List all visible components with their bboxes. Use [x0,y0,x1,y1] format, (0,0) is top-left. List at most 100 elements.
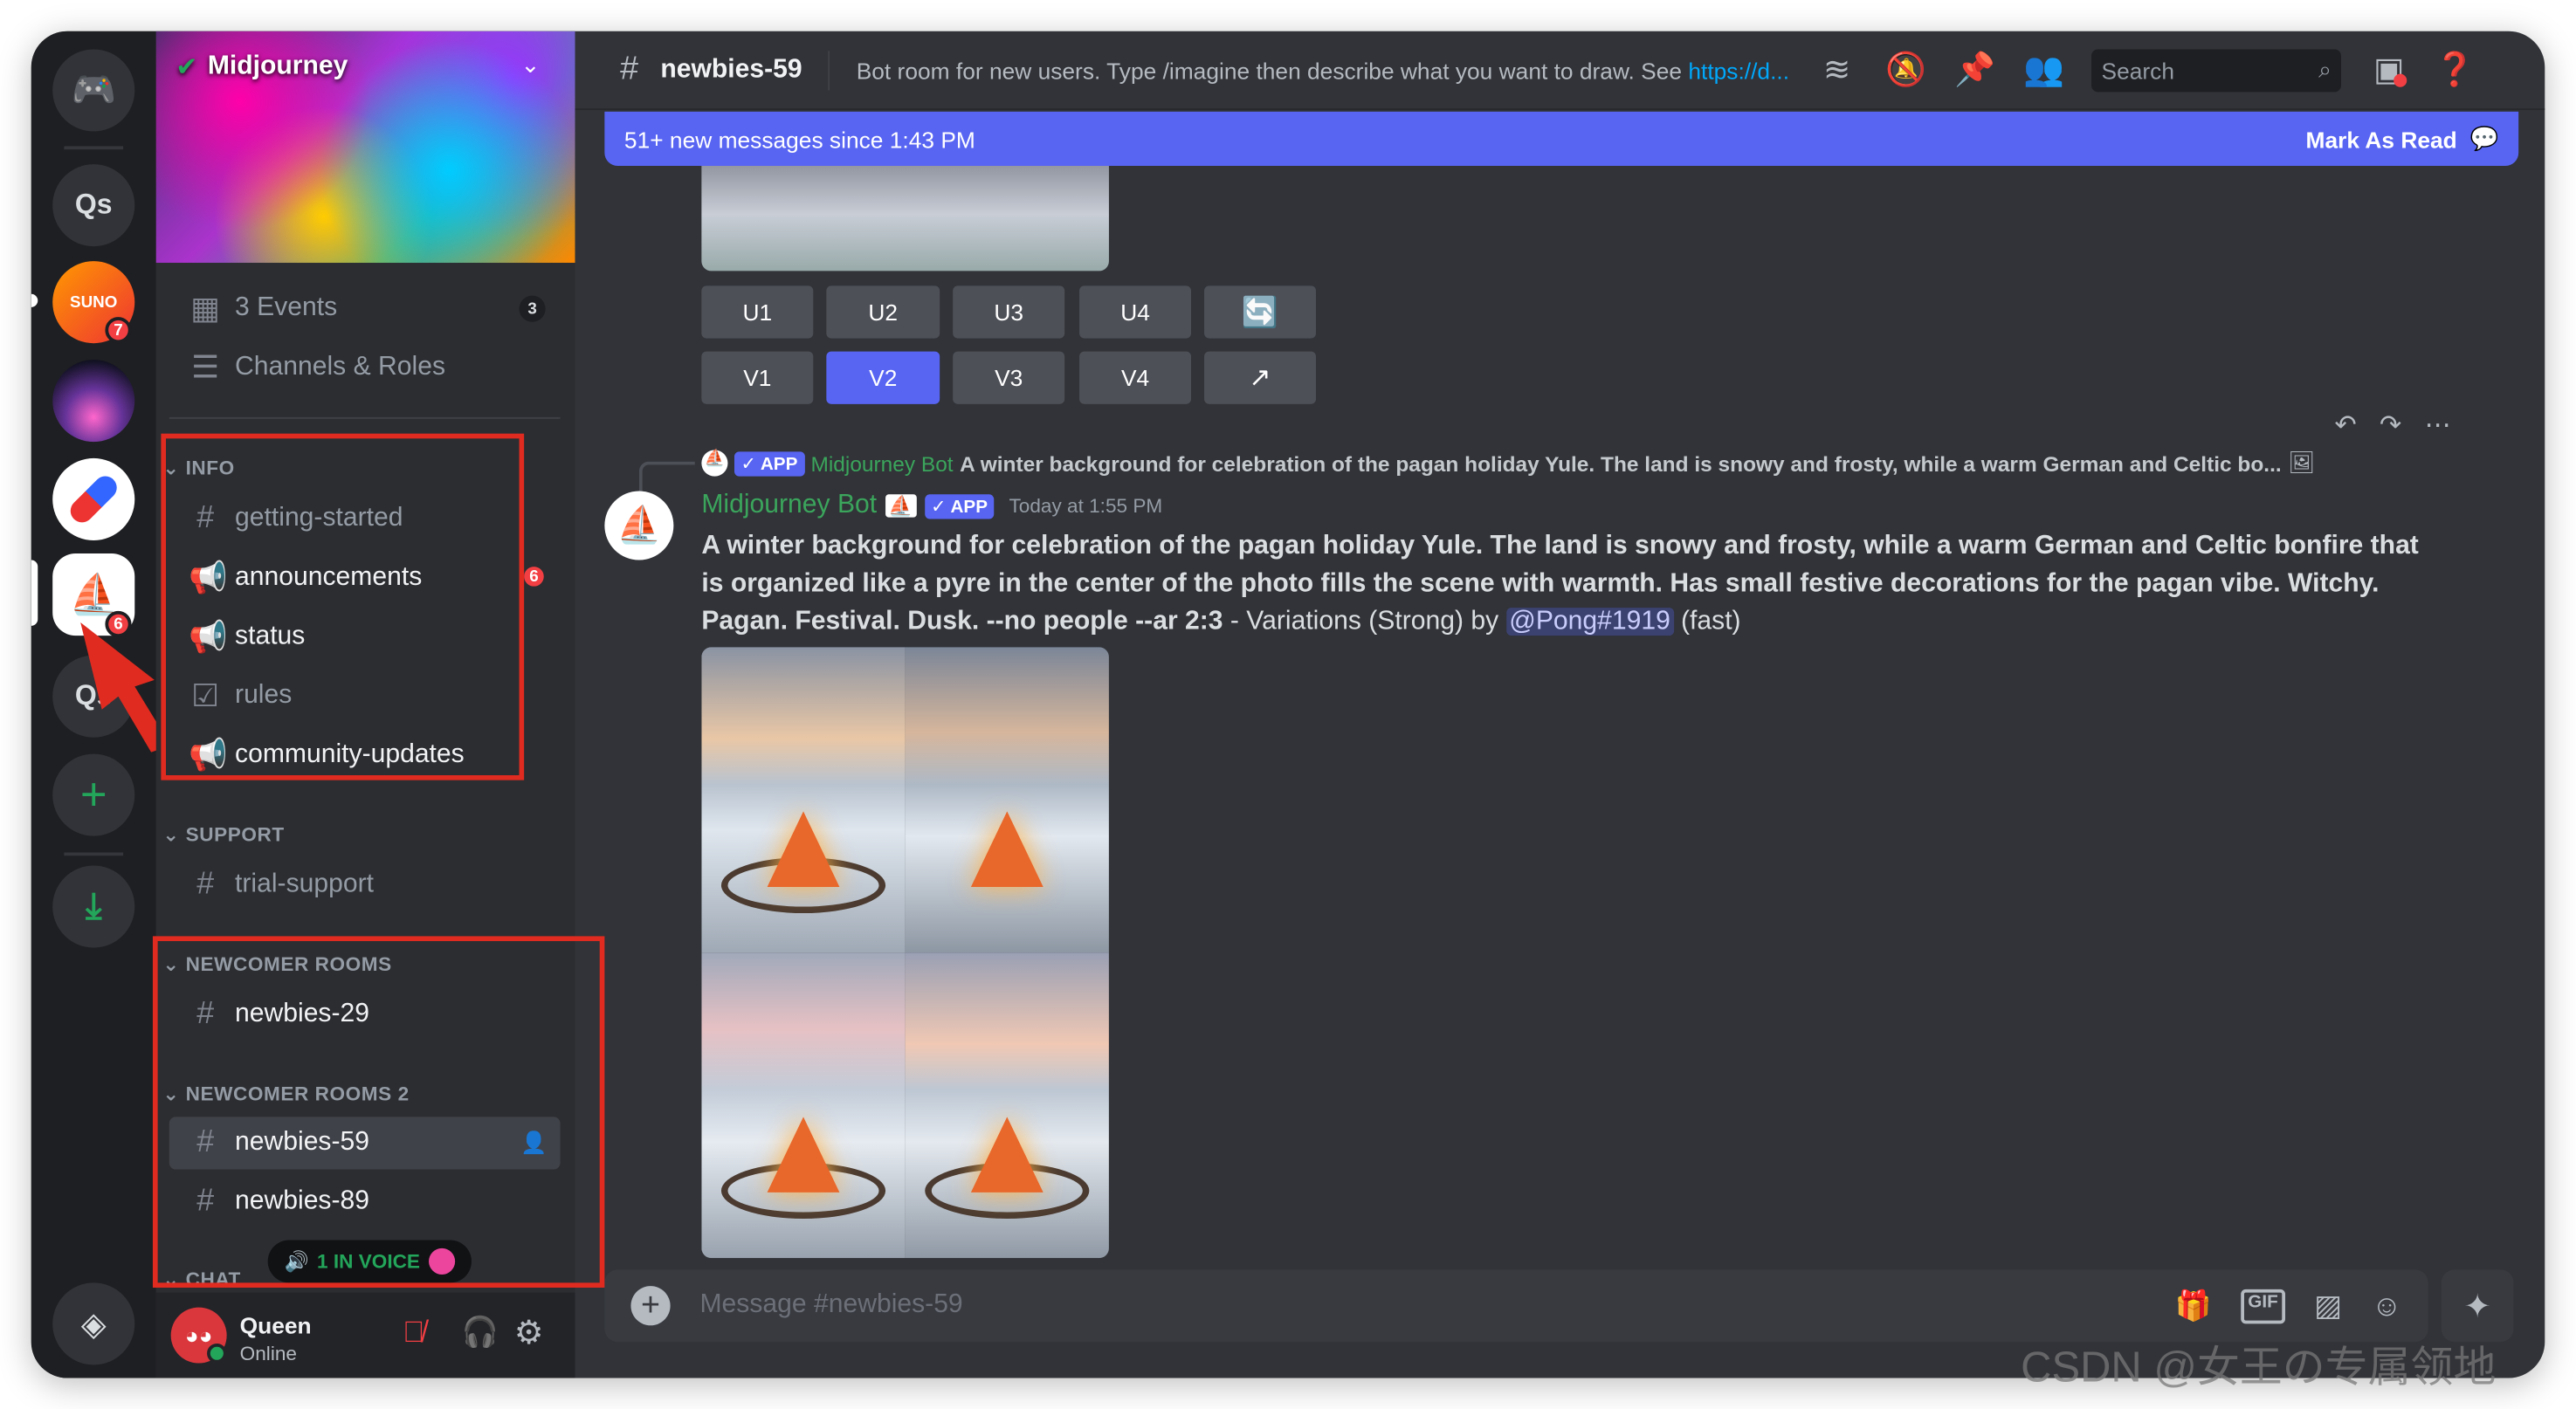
image-tile-1[interactable] [701,647,906,953]
reply-author: Midjourney Bot [810,450,954,476]
pill-icon [65,471,122,527]
image-tile-4[interactable] [905,952,1109,1259]
locked-hash-icon: # [620,51,639,87]
image-tile-3[interactable] [701,952,906,1259]
muted-mic-icon[interactable]: 🎙̸ [403,1316,424,1351]
divider [64,852,124,856]
reply-text: A winter background for celebration of t… [960,450,2282,476]
notification-muted-icon[interactable]: 🔕 [1881,49,1930,90]
app-tag: ✓ APP [924,493,995,519]
events-item[interactable]: ▦ 3 Events [169,283,561,335]
unread-pill [31,293,38,307]
gift-icon[interactable]: 🎁 [2175,1289,2212,1323]
user-panel: ◕◕ Queen Online 🎙̸ 🎧 ⚙ [155,1292,575,1378]
upscale-u2-button[interactable]: U2 [826,285,940,339]
variation-v1-button[interactable]: V1 [701,351,814,404]
hash-icon: # [196,867,215,902]
message-timestamp: Today at 1:55 PM [1009,494,1163,518]
message-header: Midjourney Bot ⛵ ✓ APP Today at 1:55 PM [701,491,1162,521]
divider [64,146,124,150]
bot-role-icon: ⛵ [885,494,917,518]
message-author[interactable]: Midjourney Bot [701,491,877,521]
image-icon: 🖼 [2288,450,2316,475]
channels-roles-item[interactable]: ☰ Channels & Roles [169,341,561,394]
mark-as-read-button[interactable]: Mark As Read [2306,126,2457,152]
add-server-icon[interactable]: + [52,753,135,836]
events-label: 3 Events [235,293,338,322]
inbox-icon[interactable]: ▣ [2365,49,2414,90]
user-mention[interactable]: @Pong#1919 [1505,608,1674,636]
image-tile-2[interactable] [905,647,1109,953]
server-name: Midjourney [207,52,348,81]
emoji-icon[interactable]: ☺ [2372,1289,2402,1323]
selected-pill [31,560,38,626]
list-icon: ☰ [191,350,220,386]
variation-v3-button[interactable]: V3 [953,351,1065,404]
upscale-u4-button[interactable]: U4 [1079,285,1192,339]
help-icon[interactable]: ❓ [2430,49,2479,90]
user-status: Online [239,1342,297,1365]
server-name-dropdown[interactable]: ✔ Midjourney [176,51,348,84]
divider [828,50,830,90]
pin-icon[interactable]: 📌 [1950,49,1999,90]
more-icon[interactable]: ⋯ [2425,409,2451,442]
settings-gear-icon[interactable]: ⚙ [514,1312,544,1353]
reply-icon[interactable]: ↶ [2334,409,2356,442]
search-input[interactable]: Search ⌕ [2091,48,2342,92]
external-link-icon[interactable]: ↗ [1204,351,1317,404]
chat-check-icon: 💬 [2469,124,2499,152]
discover-compass-icon[interactable]: ◈ [52,1282,135,1365]
search-icon: ⌕ [2318,55,2331,83]
new-messages-bar[interactable]: 51+ new messages since 1:43 PM Mark As R… [604,111,2519,167]
gif-icon[interactable]: GIF [2241,1288,2285,1323]
generated-image-grid[interactable] [701,647,1109,1259]
username: Queen [239,1312,312,1339]
forward-icon[interactable]: ↷ [2380,409,2401,442]
upscale-u1-button[interactable]: U1 [701,285,814,339]
verified-icon: ✔ [176,54,198,83]
threads-icon[interactable]: ≋ [1812,49,1861,90]
channel-header: # newbies-59 Bot room for new users. Typ… [575,31,2545,111]
member-list-icon[interactable]: 👥 [2019,49,2068,90]
message-input[interactable]: Message #newbies-59 [699,1291,962,1321]
server-icon-purple[interactable] [52,360,135,443]
variation-v2-button-active[interactable]: V2 [826,351,940,404]
channels-roles-label: Channels & Roles [235,353,446,381]
channel-title: newbies-59 [660,55,802,84]
sticker-icon[interactable]: ▨ [2314,1289,2342,1323]
server-rail: 🎮 Qs SUNO 7 ⛵ 6 Qs + ⤓ ◈ [31,31,171,1378]
apps-icon[interactable]: ✦ [2441,1269,2514,1343]
midjourney-bot-avatar[interactable]: ⛵ [604,491,674,560]
mention-badge: 7 [105,317,132,344]
server-qs[interactable]: Qs [52,164,135,247]
discord-home-icon[interactable]: 🎮 [52,49,135,132]
download-icon[interactable]: ⤓ [52,865,135,948]
message-actions: ↶ ↷ ⋯ [2334,409,2450,442]
watermark: CSDN @女王の专属领地 [2021,1342,2497,1392]
variation-text: - Variations (Strong) by [1223,608,1506,636]
reroll-refresh-icon[interactable]: 🔄 [1204,285,1317,339]
channel-trial-support[interactable]: # trial-support [169,859,561,911]
category-support[interactable]: ⌄ SUPPORT [162,823,284,846]
message-composer[interactable]: + Message #newbies-59 🎁 GIF ▨ ☺ [604,1269,2428,1343]
channel-topic[interactable]: Bot room for new users. Type /imagine th… [857,57,1789,83]
topic-link[interactable]: https://d... [1688,57,1789,83]
variation-v4-button[interactable]: V4 [1079,351,1192,404]
new-messages-text: 51+ new messages since 1:43 PM [623,125,975,153]
chevron-down-icon[interactable]: ⌄ [520,51,540,79]
search-placeholder: Search [2101,56,2174,84]
reply-spine [638,461,695,495]
calendar-icon: ▦ [190,291,221,326]
server-icon-pill[interactable] [52,457,135,540]
reply-preview[interactable]: ⛵ ✓ APP Midjourney Bot A winter backgrou… [701,450,2315,477]
annotation-box-newcomer [152,936,605,1289]
app-tag: ✓ APP [734,450,804,476]
bot-avatar-small: ⛵ [701,450,728,477]
headphones-icon[interactable]: 🎧 [462,1316,499,1351]
add-attachment-icon[interactable]: + [630,1286,671,1326]
divider [169,416,561,419]
upscale-u3-button[interactable]: U3 [953,285,1065,339]
online-status-icon [207,1343,227,1364]
server-label: SUNO [70,292,118,312]
mention-badge: 6 [520,563,548,590]
